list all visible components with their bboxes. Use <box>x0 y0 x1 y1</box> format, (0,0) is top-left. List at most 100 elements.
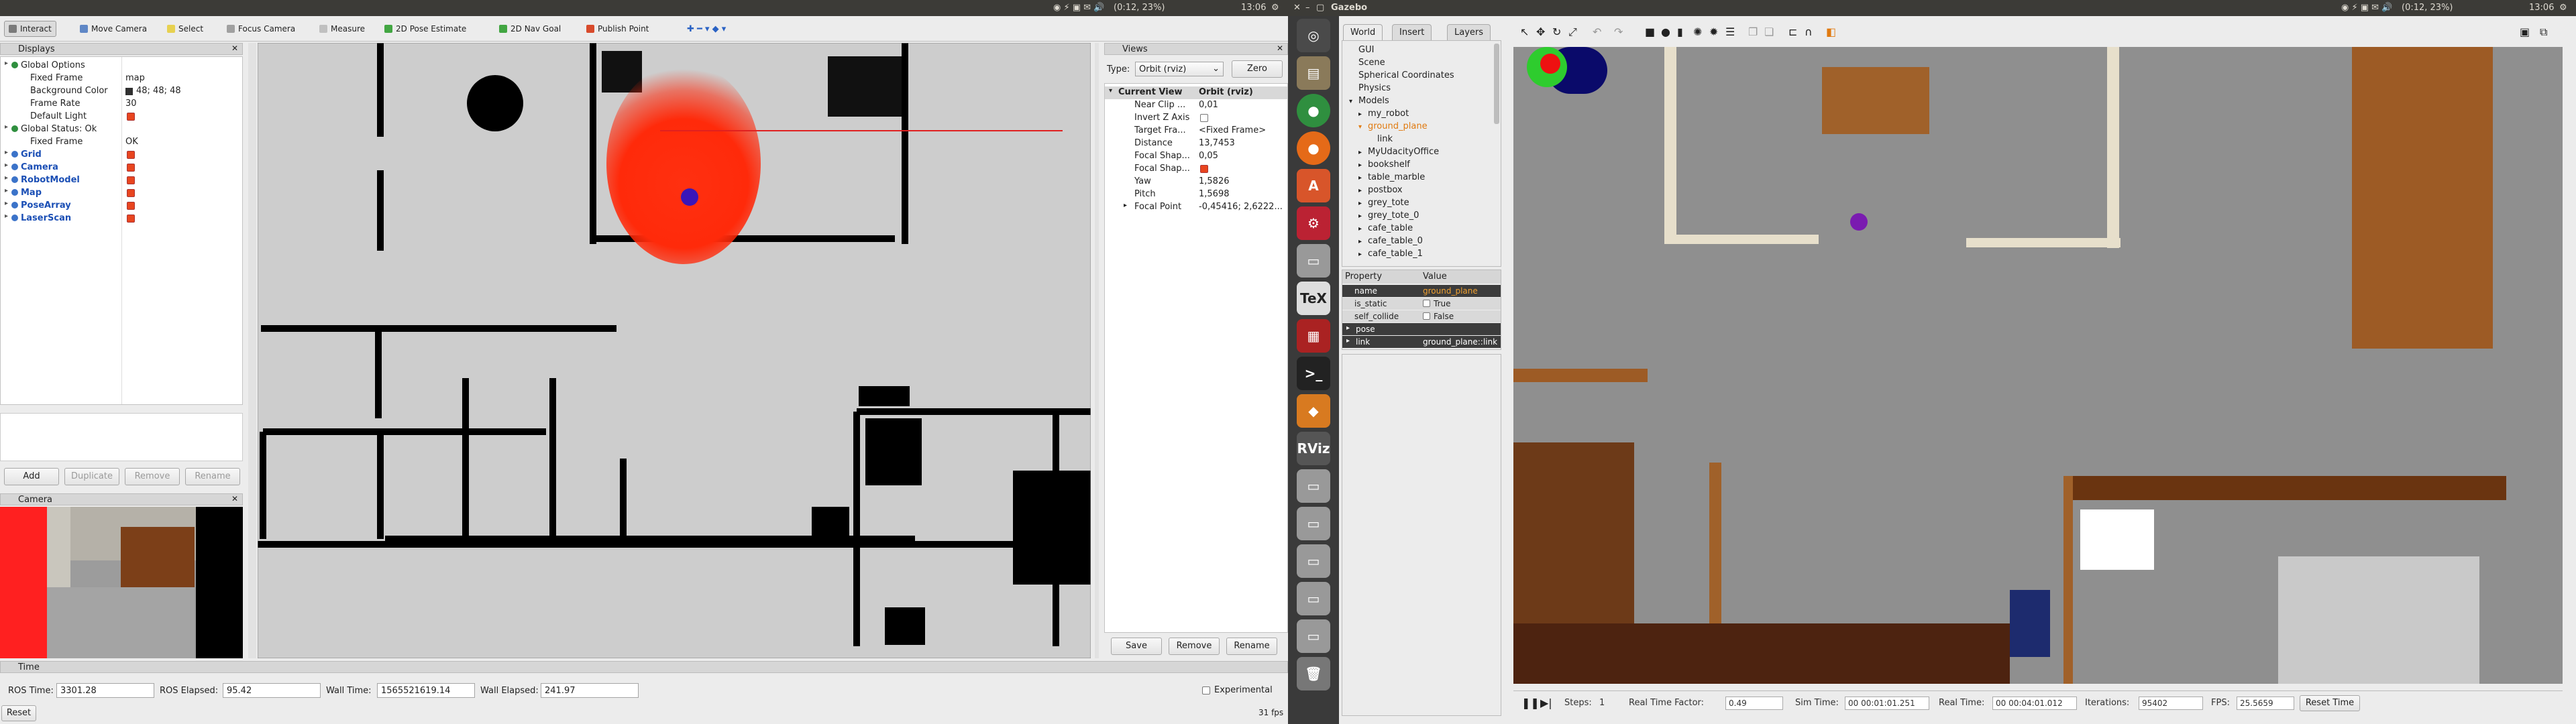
display-row[interactable]: ▸ Camera <box>1 162 242 174</box>
tool-focus-camera-button[interactable]: Focus Camera <box>222 21 300 37</box>
property-row[interactable]: name ground_plane <box>1342 285 1501 297</box>
paste-icon[interactable]: ❏ <box>1764 25 1774 38</box>
invert-z-checkbox[interactable] <box>1200 114 1208 122</box>
undo-icon[interactable]: ↶ <box>1593 25 1601 38</box>
view-save-button[interactable]: Save <box>1111 638 1162 655</box>
cylinder-shape-icon[interactable]: ▮ <box>1677 25 1683 38</box>
world-tree-item[interactable]: ▸ table_marble <box>1358 172 1425 182</box>
rotate-icon[interactable]: ↻ <box>1552 25 1561 38</box>
select-mode-icon[interactable]: ↖ <box>1520 25 1529 38</box>
enable-checkbox[interactable] <box>127 189 135 197</box>
expand-arrow-icon[interactable]: ▾ <box>1349 98 1358 105</box>
property-checkbox[interactable] <box>1423 300 1430 307</box>
world-tree-item[interactable]: GUI <box>1349 45 1374 55</box>
close-icon[interactable]: ✕ <box>231 44 238 53</box>
enable-checkbox[interactable] <box>127 151 135 159</box>
world-tree-item[interactable]: ▸ bookshelf <box>1358 160 1410 170</box>
splitter-right[interactable] <box>1095 43 1099 658</box>
wall-time-field[interactable]: 1565521619.14 <box>377 683 475 698</box>
files-icon[interactable]: ▤ <box>1297 56 1330 90</box>
add-display-button[interactable]: Add <box>4 468 59 485</box>
view-type-select[interactable]: Orbit (rviz) ⌄ <box>1135 62 1224 76</box>
drive-icon[interactable]: ▭ <box>1297 619 1330 653</box>
reset-button[interactable]: Reset <box>1 705 36 721</box>
steps-value[interactable]: 1 <box>1599 698 1605 708</box>
box-shape-icon[interactable]: ■ <box>1645 25 1655 38</box>
expand-arrow-icon[interactable]: ▸ <box>1346 324 1350 332</box>
expand-arrow-icon[interactable]: ▸ <box>1358 251 1368 258</box>
map-3d-view[interactable] <box>258 43 1091 658</box>
pause-icon[interactable]: ❚❚ <box>1521 697 1540 709</box>
align-icon[interactable]: ⊏ <box>1788 25 1797 38</box>
splitter-left[interactable] <box>248 43 256 658</box>
chrome-icon[interactable]: ● <box>1297 94 1330 127</box>
tool-2d-nav-goal-button[interactable]: 2D Nav Goal <box>494 21 566 37</box>
tab-insert[interactable]: Insert <box>1392 24 1432 40</box>
display-row[interactable]: ▸ LaserScan <box>1 213 242 225</box>
gazebo-icon[interactable]: ◆ <box>1297 394 1330 428</box>
expand-arrow-icon[interactable]: ▸ <box>1358 111 1368 118</box>
dash-icon[interactable]: ◎ <box>1297 19 1330 52</box>
world-tree-item[interactable]: ▸ MyUdacityOffice <box>1358 147 1439 157</box>
display-row[interactable]: Background Color 48; 48; 48 <box>1 85 242 98</box>
expand-arrow-icon[interactable]: ▸ <box>1358 149 1368 156</box>
expand-arrow-icon[interactable]: ▸ <box>5 174 8 182</box>
display-row[interactable]: Fixed Frame OK <box>1 136 242 149</box>
world-tree-item[interactable]: ▸ cafe_table_1 <box>1358 249 1423 259</box>
world-tree-item[interactable]: ▾ ground_plane <box>1358 121 1428 131</box>
tool-2d-pose-estimate-button[interactable]: 2D Pose Estimate <box>380 21 471 37</box>
enable-checkbox[interactable] <box>127 215 135 223</box>
software-center-icon[interactable]: A <box>1297 169 1330 202</box>
expand-arrow-icon[interactable]: ▸ <box>1358 200 1368 207</box>
drive-icon[interactable]: ▭ <box>1297 544 1330 578</box>
scale-icon[interactable]: ⤢ <box>1568 25 1577 39</box>
world-tree-item[interactable]: ▸ grey_tote_0 <box>1358 210 1419 221</box>
drive-icon[interactable]: ▭ <box>1297 507 1330 540</box>
property-row[interactable]: is_static True <box>1342 298 1501 310</box>
scrollbar[interactable] <box>1494 44 1499 124</box>
tab-world[interactable]: World <box>1343 24 1383 40</box>
tool-interact-button[interactable]: Interact <box>4 21 56 37</box>
view-rename-button[interactable]: Rename <box>1226 638 1277 655</box>
expand-arrow-icon[interactable]: ▸ <box>5 149 8 156</box>
drive-icon[interactable]: ▭ <box>1297 582 1330 615</box>
display-row[interactable]: ▸ Global Options <box>1 60 242 72</box>
expand-arrow-icon[interactable]: ▸ <box>1124 202 1127 209</box>
orange-record-icon[interactable]: ◧ <box>1826 25 1836 38</box>
expand-arrow-icon[interactable]: ▸ <box>5 60 8 67</box>
reset-time-button[interactable]: Reset Time <box>2300 695 2360 711</box>
tool-select-button[interactable]: Select <box>162 21 208 37</box>
view-remove-button[interactable]: Remove <box>1169 638 1220 655</box>
world-tree-item[interactable]: ▸ my_robot <box>1358 109 1409 119</box>
trash-icon[interactable]: 🗑 <box>1297 657 1330 690</box>
display-row[interactable]: Frame Rate 30 <box>1 98 242 111</box>
world-tree-item[interactable]: ▾ Models <box>1349 96 1389 106</box>
expand-arrow-icon[interactable]: ▸ <box>1358 238 1368 245</box>
rename-display-button[interactable]: Rename <box>185 468 240 485</box>
display-row[interactable]: Default Light <box>1 111 242 123</box>
property-row[interactable]: self_collide False <box>1342 310 1501 322</box>
enable-checkbox[interactable] <box>127 202 135 210</box>
drive-icon[interactable]: ▭ <box>1297 244 1330 278</box>
firefox-icon[interactable]: ● <box>1297 131 1330 165</box>
display-row[interactable]: ▸ Map <box>1 187 242 200</box>
wall-elapsed-field[interactable]: 241.97 <box>541 683 639 698</box>
display-row[interactable]: ▸ PoseArray <box>1 200 242 213</box>
translate-icon[interactable]: ✥ <box>1536 25 1545 38</box>
step-icon[interactable]: ▶| <box>1540 697 1552 709</box>
collapse-arrow-icon[interactable]: ▾ <box>1109 87 1112 95</box>
display-row[interactable]: ▸ RobotModel <box>1 174 242 187</box>
remove-display-button[interactable]: Remove <box>125 468 180 485</box>
directional-light-icon[interactable]: ☰ <box>1725 25 1735 38</box>
property-row[interactable]: link ▸ ground_plane::link <box>1342 336 1501 348</box>
duplicate-display-button[interactable]: Duplicate <box>64 468 119 485</box>
world-tree-item[interactable]: ▸ cafe_table_0 <box>1358 236 1423 246</box>
world-tree-item[interactable]: ▸ cafe_table <box>1358 223 1413 233</box>
property-row[interactable]: pose ▸ <box>1342 323 1501 335</box>
spot-light-icon[interactable]: ✹ <box>1709 25 1718 38</box>
settings-icon[interactable]: ⚙ <box>1297 206 1330 240</box>
ros-elapsed-field[interactable]: 95.42 <box>223 683 321 698</box>
terminal-icon[interactable]: >_ <box>1297 357 1330 390</box>
expand-arrow-icon[interactable]: ▸ <box>5 213 8 220</box>
expand-arrow-icon[interactable]: ▾ <box>1358 123 1368 131</box>
